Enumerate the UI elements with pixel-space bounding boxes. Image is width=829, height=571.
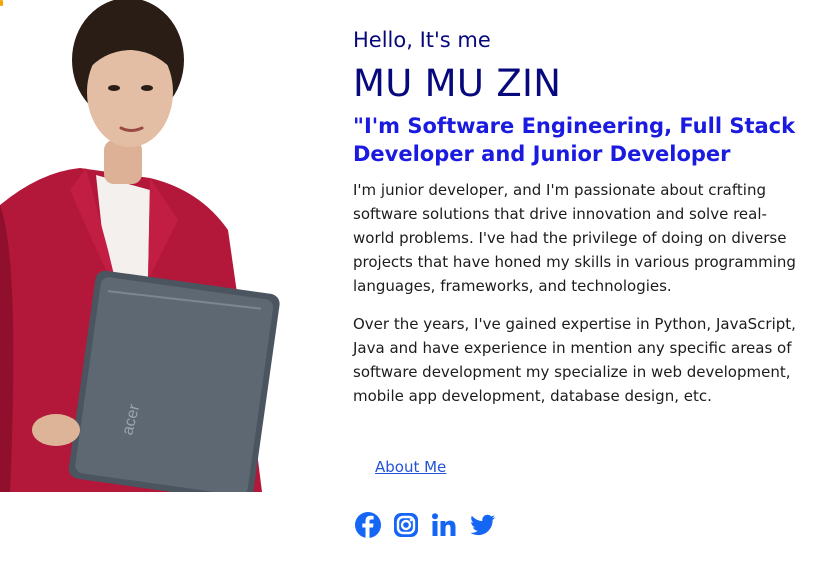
intro-paragraph: I'm junior developer, and I'm passionate…	[353, 181, 796, 295]
profile-name: MU MU ZIN	[353, 62, 562, 105]
twitter-icon[interactable]	[468, 511, 496, 539]
hero-content: Hello, It's me MU MU ZIN "I'm Software E…	[353, 26, 803, 408]
expertise-paragraph: Over the years, I've gained expertise in…	[353, 315, 796, 405]
role-headline: "I'm Software Engineering, Full Stack De…	[353, 114, 796, 166]
social-links	[354, 511, 496, 539]
greeting: Hello, It's me	[353, 28, 491, 52]
instagram-icon[interactable]	[392, 511, 420, 539]
linkedin-icon[interactable]	[430, 511, 458, 539]
about-me-link[interactable]: About Me	[375, 456, 446, 478]
facebook-icon[interactable]	[354, 511, 382, 539]
profile-photo: acer	[0, 0, 280, 492]
